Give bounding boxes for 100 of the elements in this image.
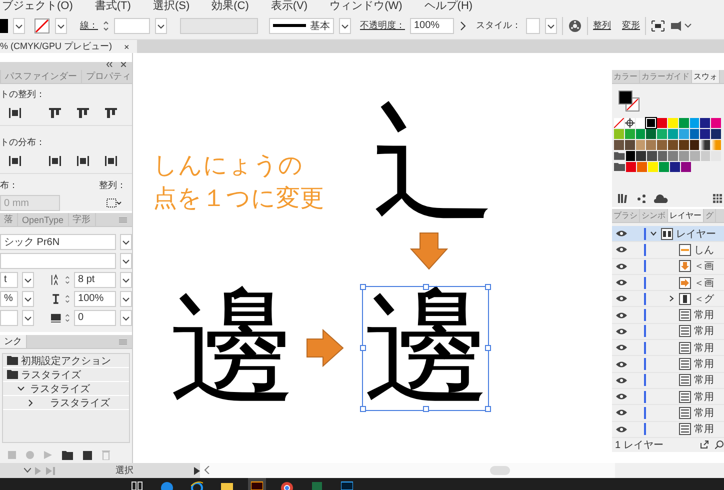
color-swatch[interactable] [681,162,691,172]
dropdown-button[interactable] [22,290,34,306]
color-swatch[interactable] [646,140,656,150]
dropdown-button[interactable] [22,310,34,326]
eye-icon[interactable] [616,426,626,433]
kanji-glyph[interactable]: 邊 [363,283,491,411]
dropdown-button[interactable] [545,18,557,34]
stroke-width-field[interactable] [114,18,150,34]
color-swatch[interactable] [668,140,678,150]
color-swatch[interactable] [678,129,689,139]
scroll-left-icon[interactable] [204,466,210,474]
bounding-box-icon[interactable] [651,20,665,32]
task-view-icon[interactable] [131,480,143,490]
color-swatch[interactable] [678,140,689,150]
align-to-icon[interactable] [106,198,122,208]
color-swatch[interactable] [657,118,667,128]
color-swatch[interactable] [700,151,710,161]
dropdown-button[interactable] [120,272,132,288]
opacity-field[interactable]: 100% [410,18,454,34]
document-tab[interactable]: % (CMYK/GPU プレビュー) × [0,40,138,53]
color-swatch[interactable] [700,118,710,128]
distribute-icon[interactable] [104,154,118,166]
dropdown-button[interactable] [155,18,167,34]
character-field[interactable]: 100% [74,290,116,306]
spinner-icon[interactable] [65,274,70,286]
illustrator-app-icon[interactable] [251,480,263,490]
stroke-profile-dropdown[interactable]: 基本 [269,18,334,34]
grid-icon[interactable] [713,194,722,203]
eye-icon[interactable] [616,409,626,416]
action-item[interactable]: 初期設定アクション [21,354,111,368]
spinner-icon[interactable] [65,292,70,304]
color-swatch[interactable] [711,118,721,128]
puppet-warp-icon[interactable] [670,20,692,32]
color-swatch[interactable] [657,140,667,150]
panel-tab[interactable]: ンク [0,335,27,348]
dropdown-button[interactable] [22,272,34,288]
color-swatch[interactable] [679,151,689,161]
color-swatch[interactable] [690,129,700,139]
layer-name[interactable]: 常用 [694,406,714,420]
menu-item[interactable]: ヘルプ(H) [424,1,473,12]
character-field[interactable]: 8 pt [74,272,116,288]
color-swatch[interactable] [614,140,624,150]
action-item[interactable]: ラスタライズ [21,368,81,382]
color-swatch[interactable] [690,140,700,150]
export-icon[interactable] [700,440,709,450]
library-icon[interactable] [618,194,629,203]
color-swatch[interactable] [636,129,646,139]
menu-item[interactable]: 選択(S) [152,1,190,12]
color-swatch[interactable] [659,162,669,172]
layer-name[interactable]: ＜画 [694,276,714,290]
dropdown-button[interactable] [55,18,67,34]
collapse-chevron-icon[interactable] [668,295,675,302]
color-swatch[interactable] [700,129,710,139]
eye-icon[interactable] [616,279,626,286]
color-swatch[interactable] [637,162,647,172]
color-swatch[interactable] [614,129,624,139]
character-field[interactable]: 0 [74,310,116,326]
layer-name[interactable]: 常用 [694,357,714,372]
collapse-icon[interactable] [106,62,113,67]
color-swatch[interactable] [624,129,635,139]
color-swatch[interactable] [624,140,635,150]
color-swatch[interactable] [711,129,721,139]
collapse-chevron-icon[interactable] [27,398,35,406]
action-item[interactable]: ラスタライズ [30,382,90,396]
font-style-field[interactable] [0,252,116,268]
character-field[interactable]: % [0,290,18,306]
chevron-right-icon[interactable] [459,20,467,30]
color-swatch[interactable] [636,151,646,161]
panel-tab[interactable]: スウォ [692,70,720,83]
layer-name[interactable]: 常用 [694,308,714,322]
font-family-field[interactable]: シック Pr6N [0,234,116,250]
align-link[interactable]: 整列 [593,19,611,32]
gradient-swatch[interactable] [711,140,721,150]
color-swatch[interactable] [678,118,689,128]
stroke-swatch[interactable] [34,18,50,34]
expand-chevron-icon[interactable] [650,230,657,238]
color-swatch[interactable] [636,140,646,150]
eye-icon[interactable] [616,376,626,384]
layer-name[interactable]: 常用 [694,390,714,404]
color-swatch[interactable] [668,129,678,139]
menu-item[interactable]: 効果(C) [212,1,249,12]
color-swatch[interactable] [657,129,667,139]
dropdown-button[interactable] [339,18,351,34]
align-icon[interactable] [48,107,62,119]
scroll-thumb[interactable] [490,466,510,475]
eye-icon[interactable] [616,344,626,352]
search-icon[interactable] [715,440,724,450]
spinner-icon[interactable] [65,312,70,324]
eye-icon[interactable] [616,360,626,368]
color-swatch[interactable] [690,151,700,161]
layer-name[interactable]: ＜画 [694,259,714,274]
fill-stroke-icon[interactable] [618,90,640,112]
gradient-swatch[interactable] [700,140,710,150]
panel-tab[interactable]: レイヤー [668,209,704,222]
layer-name[interactable]: 常用 [694,324,714,338]
layer-name[interactable]: 常用 [694,373,714,388]
distribute-icon[interactable] [76,154,90,166]
opacity-label[interactable]: 不透明度： [360,19,405,32]
color-swatch[interactable] [626,162,636,172]
color-swatch[interactable] [668,151,678,161]
